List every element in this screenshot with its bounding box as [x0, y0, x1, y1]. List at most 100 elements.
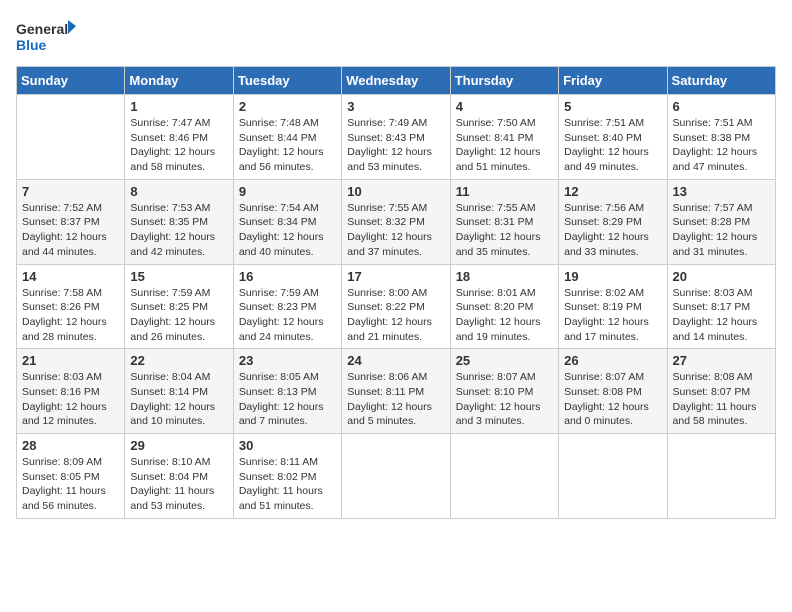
day-number: 29 [130, 438, 227, 453]
day-number: 26 [564, 353, 661, 368]
day-info: Sunrise: 7:59 AMSunset: 8:25 PMDaylight:… [130, 286, 227, 345]
weekday-header: Tuesday [233, 67, 341, 95]
day-number: 14 [22, 269, 119, 284]
day-number: 11 [456, 184, 553, 199]
day-number: 19 [564, 269, 661, 284]
calendar-week-row: 21 Sunrise: 8:03 AMSunset: 8:16 PMDayligh… [17, 349, 776, 434]
calendar-week-row: 1 Sunrise: 7:47 AMSunset: 8:46 PMDaylight… [17, 95, 776, 180]
calendar-cell: 16Sunrise: 7:59 AMSunset: 8:23 PMDayligh… [233, 264, 341, 349]
calendar-cell: 13 Sunrise: 7:57 AMSunset: 8:28 PMDayligh… [667, 179, 775, 264]
day-number: 20 [673, 269, 770, 284]
day-info: Sunrise: 8:04 AMSunset: 8:14 PMDaylight:… [130, 370, 227, 429]
calendar-cell: 7 Sunrise: 7:52 AMSunset: 8:37 PMDaylight… [17, 179, 125, 264]
weekday-header: Friday [559, 67, 667, 95]
calendar-cell: 25 Sunrise: 8:07 AMSunset: 8:10 PMDayligh… [450, 349, 558, 434]
calendar-cell [17, 95, 125, 180]
calendar-cell: 2Sunrise: 7:48 AMSunset: 8:44 PMDaylight… [233, 95, 341, 180]
calendar-cell: 29Sunrise: 8:10 AMSunset: 8:04 PMDayligh… [125, 434, 233, 519]
day-number: 27 [673, 353, 770, 368]
calendar-cell: 15 Sunrise: 7:59 AMSunset: 8:25 PMDayligh… [125, 264, 233, 349]
day-number: 30 [239, 438, 336, 453]
day-number: 13 [673, 184, 770, 199]
calendar-cell: 27 Sunrise: 8:08 AMSunset: 8:07 PMDayligh… [667, 349, 775, 434]
day-info: Sunrise: 8:09 AMSunset: 8:05 PMDaylight:… [22, 455, 119, 514]
calendar-cell: 18 Sunrise: 8:01 AMSunset: 8:20 PMDayligh… [450, 264, 558, 349]
day-info: Sunrise: 7:51 AMSunset: 8:38 PMDaylight:… [673, 116, 770, 175]
day-number: 15 [130, 269, 227, 284]
day-number: 6 [673, 99, 770, 114]
calendar-cell [342, 434, 450, 519]
day-number: 1 [130, 99, 227, 114]
day-number: 25 [456, 353, 553, 368]
calendar-cell [667, 434, 775, 519]
calendar-cell [450, 434, 558, 519]
day-info: Sunrise: 8:05 AMSunset: 8:13 PMDaylight:… [239, 370, 336, 429]
calendar-cell: 19Sunrise: 8:02 AMSunset: 8:19 PMDayligh… [559, 264, 667, 349]
day-info: Sunrise: 7:53 AMSunset: 8:35 PMDaylight:… [130, 201, 227, 260]
calendar-cell: 14 Sunrise: 7:58 AMSunset: 8:26 PMDayligh… [17, 264, 125, 349]
svg-text:General: General [16, 21, 68, 37]
weekday-header: Wednesday [342, 67, 450, 95]
day-info: Sunrise: 8:03 AMSunset: 8:17 PMDaylight:… [673, 286, 770, 345]
calendar-table: SundayMondayTuesdayWednesdayThursdayFrid… [16, 66, 776, 519]
calendar-cell: 26 Sunrise: 8:07 AMSunset: 8:08 PMDayligh… [559, 349, 667, 434]
calendar-cell [559, 434, 667, 519]
calendar-cell: 10 Sunrise: 7:55 AMSunset: 8:32 PMDayligh… [342, 179, 450, 264]
day-info: Sunrise: 8:07 AMSunset: 8:10 PMDaylight:… [456, 370, 553, 429]
day-number: 28 [22, 438, 119, 453]
calendar-cell: 22 Sunrise: 8:04 AMSunset: 8:14 PMDayligh… [125, 349, 233, 434]
calendar-cell: 8 Sunrise: 7:53 AMSunset: 8:35 PMDaylight… [125, 179, 233, 264]
day-number: 17 [347, 269, 444, 284]
day-info: Sunrise: 7:52 AMSunset: 8:37 PMDaylight:… [22, 201, 119, 260]
day-number: 4 [456, 99, 553, 114]
day-number: 22 [130, 353, 227, 368]
weekday-header: Thursday [450, 67, 558, 95]
day-number: 10 [347, 184, 444, 199]
day-number: 5 [564, 99, 661, 114]
day-info: Sunrise: 7:55 AMSunset: 8:31 PMDaylight:… [456, 201, 553, 260]
day-info: Sunrise: 8:08 AMSunset: 8:07 PMDaylight:… [673, 370, 770, 429]
day-number: 24 [347, 353, 444, 368]
day-info: Sunrise: 7:51 AMSunset: 8:40 PMDaylight:… [564, 116, 661, 175]
calendar-cell: 20 Sunrise: 8:03 AMSunset: 8:17 PMDayligh… [667, 264, 775, 349]
day-info: Sunrise: 7:54 AMSunset: 8:34 PMDaylight:… [239, 201, 336, 260]
day-number: 21 [22, 353, 119, 368]
day-info: Sunrise: 7:59 AMSunset: 8:23 PMDaylight:… [239, 286, 336, 345]
day-number: 3 [347, 99, 444, 114]
calendar-cell: 3Sunrise: 7:49 AMSunset: 8:43 PMDaylight… [342, 95, 450, 180]
calendar-cell: 5 Sunrise: 7:51 AMSunset: 8:40 PMDaylight… [559, 95, 667, 180]
day-info: Sunrise: 7:47 AMSunset: 8:46 PMDaylight:… [130, 116, 227, 175]
weekday-header: Monday [125, 67, 233, 95]
calendar-header-row: SundayMondayTuesdayWednesdayThursdayFrid… [17, 67, 776, 95]
day-number: 7 [22, 184, 119, 199]
day-number: 12 [564, 184, 661, 199]
weekday-header: Saturday [667, 67, 775, 95]
day-info: Sunrise: 8:00 AMSunset: 8:22 PMDaylight:… [347, 286, 444, 345]
logo-svg: General Blue [16, 16, 76, 56]
calendar-cell: 23Sunrise: 8:05 AMSunset: 8:13 PMDayligh… [233, 349, 341, 434]
day-info: Sunrise: 7:56 AMSunset: 8:29 PMDaylight:… [564, 201, 661, 260]
day-info: Sunrise: 7:58 AMSunset: 8:26 PMDaylight:… [22, 286, 119, 345]
day-info: Sunrise: 8:11 AMSunset: 8:02 PMDaylight:… [239, 455, 336, 514]
calendar-cell: 21 Sunrise: 8:03 AMSunset: 8:16 PMDayligh… [17, 349, 125, 434]
weekday-header: Sunday [17, 67, 125, 95]
svg-text:Blue: Blue [16, 37, 47, 53]
day-number: 2 [239, 99, 336, 114]
calendar-cell: 1 Sunrise: 7:47 AMSunset: 8:46 PMDaylight… [125, 95, 233, 180]
calendar-week-row: 14 Sunrise: 7:58 AMSunset: 8:26 PMDayligh… [17, 264, 776, 349]
calendar-cell: 9Sunrise: 7:54 AMSunset: 8:34 PMDaylight… [233, 179, 341, 264]
day-info: Sunrise: 8:07 AMSunset: 8:08 PMDaylight:… [564, 370, 661, 429]
calendar-week-row: 7 Sunrise: 7:52 AMSunset: 8:37 PMDaylight… [17, 179, 776, 264]
day-info: Sunrise: 8:01 AMSunset: 8:20 PMDaylight:… [456, 286, 553, 345]
calendar-cell: 30 Sunrise: 8:11 AMSunset: 8:02 PMDayligh… [233, 434, 341, 519]
day-info: Sunrise: 7:50 AMSunset: 8:41 PMDaylight:… [456, 116, 553, 175]
day-info: Sunrise: 8:03 AMSunset: 8:16 PMDaylight:… [22, 370, 119, 429]
calendar-week-row: 28 Sunrise: 8:09 AMSunset: 8:05 PMDayligh… [17, 434, 776, 519]
day-info: Sunrise: 7:55 AMSunset: 8:32 PMDaylight:… [347, 201, 444, 260]
logo: General Blue [16, 16, 76, 56]
calendar-cell: 28 Sunrise: 8:09 AMSunset: 8:05 PMDayligh… [17, 434, 125, 519]
day-number: 8 [130, 184, 227, 199]
calendar-cell: 12 Sunrise: 7:56 AMSunset: 8:29 PMDayligh… [559, 179, 667, 264]
day-number: 18 [456, 269, 553, 284]
day-info: Sunrise: 7:57 AMSunset: 8:28 PMDaylight:… [673, 201, 770, 260]
